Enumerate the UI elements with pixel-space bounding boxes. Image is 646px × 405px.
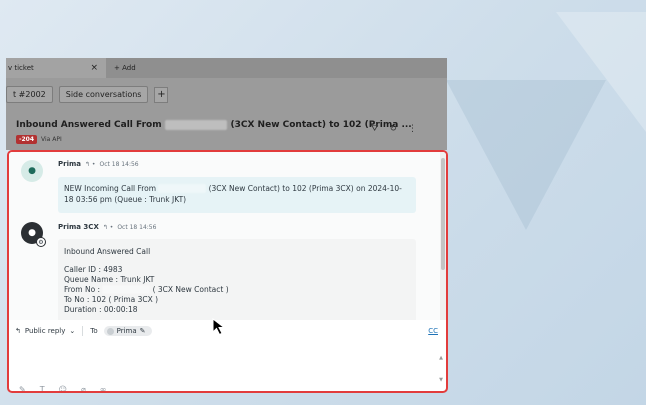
- to-label: To: [90, 327, 98, 335]
- editor-scroll-arrows[interactable]: ▲ ▼: [439, 347, 443, 391]
- attach-icon[interactable]: ⌀: [81, 385, 86, 391]
- message-time: Oct 18 14:56: [117, 223, 157, 231]
- api-icon: ⚙: [36, 237, 46, 247]
- background-shape: [446, 80, 606, 230]
- filter-icon[interactable]: ⛛: [371, 124, 379, 134]
- add-side-conversation-button[interactable]: +: [154, 86, 169, 103]
- emoji-icon[interactable]: ☺: [59, 385, 67, 391]
- status-badge: -204: [16, 135, 38, 144]
- from-contact: ( 3CX New Contact ): [152, 285, 229, 294]
- via-label: Via API: [41, 136, 62, 143]
- reply-icon: ↰: [15, 327, 21, 335]
- avatar: [106, 327, 114, 335]
- scrollbar-thumb[interactable]: [441, 158, 445, 270]
- ticket-meta: -204 Via API: [16, 135, 62, 144]
- sender-name: Prima 3CX: [58, 223, 99, 231]
- dimmed-ticket-header: v ticket × + Add t #2002 Side conversati…: [6, 58, 447, 150]
- redacted-text: 0000000000: [164, 120, 228, 130]
- side-conversations-button[interactable]: Side conversations: [58, 86, 149, 103]
- text-format-icon[interactable]: T: [40, 385, 45, 391]
- user-icon: ●: [28, 166, 36, 176]
- add-tab-button[interactable]: + Add: [114, 64, 136, 72]
- divider: [82, 326, 84, 336]
- history-icon[interactable]: ↻: [389, 124, 397, 134]
- reply-arrow-icon: ↰ •: [85, 160, 96, 168]
- queue-name: Queue Name : Trunk JKT: [64, 275, 155, 284]
- more-icon[interactable]: ⋮: [408, 124, 417, 134]
- cc-link[interactable]: CC: [428, 327, 438, 335]
- call-duration: Duration : 00:00:18: [64, 305, 138, 314]
- reply-editor[interactable]: [9, 342, 446, 382]
- message-header: Prima ↰ • Oct 18 14:56: [58, 160, 139, 168]
- message-header: Prima 3CX ↰ • Oct 18 14:56: [58, 223, 156, 231]
- reply-mode-label: Public reply: [24, 327, 66, 335]
- edit-icon[interactable]: ✎: [140, 327, 146, 335]
- tab-bar: v ticket × + Add: [6, 58, 447, 78]
- message-heading: Inbound Answered Call: [64, 247, 151, 256]
- ticket-number-tab[interactable]: t #2002: [6, 86, 53, 103]
- from-number: From No : 0000000000 ( 3CX New Contact ): [64, 285, 410, 295]
- link-icon[interactable]: ∞: [100, 385, 107, 391]
- message-body: Inbound Answered Call Caller ID : 4983 Q…: [58, 239, 416, 320]
- compose-icon[interactable]: ✎: [19, 385, 26, 391]
- message-body: NEW Incoming Call From 0000000000 (3CX N…: [58, 177, 416, 213]
- tab-ticket[interactable]: v ticket ×: [6, 58, 106, 78]
- ticket-subbar: t #2002 Side conversations +: [6, 86, 169, 103]
- user-icon: ●: [28, 228, 36, 238]
- caller-id: Caller ID : 4983: [64, 265, 123, 274]
- add-tab-label: + Add: [114, 64, 136, 72]
- chevron-down-icon: ⌄: [69, 327, 76, 335]
- message-text: NEW Incoming Call From: [64, 184, 157, 193]
- conversation-panel: ● Prima ↰ • Oct 18 14:56 NEW Incoming Ca…: [7, 150, 448, 393]
- message-time: Oct 18 14:56: [99, 160, 139, 168]
- ticket-title-prefix: Inbound Answered Call From: [16, 120, 162, 130]
- composer-toolbar: ✎ T ☺ ⌀ ∞: [19, 385, 107, 391]
- reply-arrow-icon: ↰ •: [102, 223, 114, 231]
- avatar: ●: [21, 160, 43, 182]
- message-list[interactable]: ● Prima ↰ • Oct 18 14:56 NEW Incoming Ca…: [9, 152, 440, 320]
- recipient-name: Prima: [116, 327, 137, 335]
- tab-label: v ticket: [8, 64, 34, 72]
- redacted-text: 0000000000: [158, 184, 207, 193]
- to-number: To No : 102 ( Prima 3CX ): [64, 295, 159, 304]
- ticket-actions: ⛛ ↻ ⋮: [371, 124, 417, 134]
- close-icon[interactable]: ×: [90, 63, 98, 73]
- from-label: From No :: [64, 285, 101, 294]
- scrollbar[interactable]: [440, 152, 446, 320]
- sender-name: Prima: [58, 160, 81, 168]
- recipient-chip[interactable]: Prima ✎: [103, 326, 152, 336]
- reply-mode-dropdown[interactable]: ↰ Public reply ⌄: [15, 327, 75, 335]
- redacted-text: 0000000000: [102, 285, 151, 294]
